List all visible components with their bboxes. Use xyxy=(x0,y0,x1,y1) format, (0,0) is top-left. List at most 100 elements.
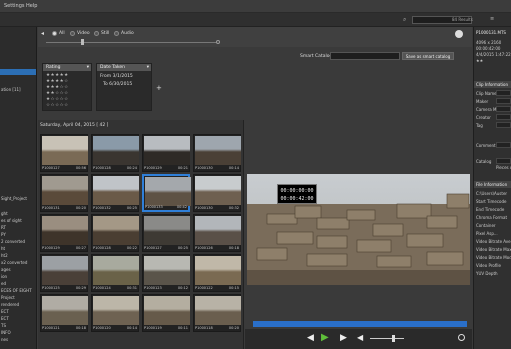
rating-filter-header[interactable]: Rating ▾ xyxy=(43,64,91,71)
rating-row-3[interactable]: ★★★☆☆ xyxy=(46,85,69,90)
sidebar-item[interactable]: ECES OF EIGHT xyxy=(0,288,36,294)
sidebar-item[interactable]: ation [11] xyxy=(0,87,36,93)
thumbnail[interactable]: P1000129 00:27 xyxy=(40,214,88,252)
thumbnail[interactable]: P1000124 00:31 xyxy=(91,254,139,292)
thumbnail[interactable]: P1000120 00:14 xyxy=(91,294,139,332)
sidebar-item[interactable]: RT xyxy=(0,225,36,231)
volume-icon[interactable]: ◀ xyxy=(357,333,363,342)
sidebar-item[interactable]: rendered xyxy=(0,302,36,308)
field-input[interactable] xyxy=(496,122,511,128)
rating-row-1[interactable]: ★☆☆☆☆ xyxy=(46,97,69,102)
sidebar-item[interactable]: INFO xyxy=(0,330,36,336)
thumbnail[interactable]: P1000121 00:18 xyxy=(40,294,88,332)
sidebar-item[interactable]: ed xyxy=(0,281,36,287)
field-input[interactable] xyxy=(496,142,511,148)
clip-date: 4/4/2015 1:47:22 PM xyxy=(476,52,511,57)
date-from[interactable]: From 3/1/2015 xyxy=(100,74,133,79)
clock-icon[interactable] xyxy=(455,30,463,38)
thumbnail[interactable]: P1000126 00:18 xyxy=(193,214,241,252)
thumbnail[interactable]: P1000129 00:21 xyxy=(142,134,190,172)
prev-clip-icon[interactable]: ◀ xyxy=(307,333,314,343)
thumbnail-image xyxy=(144,216,190,245)
thumbnail[interactable]: P1000118 00:20 xyxy=(193,294,241,332)
sidebar-item[interactable]: Project xyxy=(0,295,36,301)
field-input[interactable] xyxy=(496,98,511,104)
clip-information-section[interactable]: Clip Information xyxy=(474,81,511,88)
menu-icon[interactable]: ≡ xyxy=(490,16,494,22)
sidebar-item[interactable]: PY xyxy=(0,232,36,238)
play-icon[interactable]: ▶ xyxy=(321,332,329,343)
volume-handle[interactable] xyxy=(392,335,395,342)
sidebar-item[interactable]: x2 converted xyxy=(0,260,36,266)
field-input[interactable] xyxy=(496,90,511,96)
thumbnail-image xyxy=(93,216,139,245)
next-clip-icon[interactable]: ▶ xyxy=(340,333,347,343)
settings-icon[interactable] xyxy=(458,334,465,341)
clip-rating[interactable]: ★★ xyxy=(476,58,483,63)
thumbnail[interactable]: P1000128 00:22 xyxy=(91,214,139,252)
thumbnail-size-slider[interactable] xyxy=(46,42,216,43)
thumbnail[interactable]: P1000123 00:12 xyxy=(142,254,190,292)
field-label: Tag xyxy=(476,123,483,128)
rating-row-4[interactable]: ★★★★☆ xyxy=(46,79,69,84)
thumbnail-name: P1000118 xyxy=(195,326,213,330)
sidebar-item[interactable]: TS xyxy=(0,323,36,329)
field-label: Comment xyxy=(476,143,496,148)
rating-row-5[interactable]: ★★★★★ xyxy=(46,73,69,78)
thumbnail[interactable]: P1000132 00:25 xyxy=(91,174,139,212)
thumbnail-image xyxy=(42,256,88,285)
zoom-icon[interactable] xyxy=(216,40,220,44)
sidebar-item[interactable]: ght xyxy=(0,211,36,217)
timeline-scrubber[interactable] xyxy=(253,321,467,327)
thumbnail[interactable]: P1000131 00:20 xyxy=(40,174,88,212)
rating-row-2[interactable]: ★★☆☆☆ xyxy=(46,91,69,96)
radio-all[interactable] xyxy=(52,31,57,36)
sidebar-item[interactable]: ages xyxy=(0,267,36,273)
field-input[interactable] xyxy=(496,114,511,120)
file-information-section[interactable]: File Information xyxy=(474,181,511,188)
sidebar-item[interactable]: ht xyxy=(0,246,36,252)
radio-still[interactable] xyxy=(94,31,99,36)
thumbnail[interactable]: P1000127 00:56 xyxy=(40,134,88,172)
filter-panels: Rating ▾ ★★★★★ ★★★★☆ ★★★☆☆ ★★☆☆☆ ★☆☆☆☆ ☆☆… xyxy=(38,47,472,117)
save-smart-catalog-button[interactable]: Save as smart catalog xyxy=(402,52,454,60)
add-filter-button[interactable]: + xyxy=(156,84,162,92)
sidebar-item[interactable]: es of sight xyxy=(0,218,36,224)
sidebar-item[interactable] xyxy=(0,69,36,75)
radio-video[interactable] xyxy=(70,31,75,36)
thumbnail[interactable]: P1000122 00:15 xyxy=(193,254,241,292)
rating-filter[interactable]: Rating ▾ ★★★★★ ★★★★☆ ★★★☆☆ ★★☆☆☆ ★☆☆☆☆ ☆☆… xyxy=(42,63,92,111)
thumbnail[interactable]: P1000127 00:25 xyxy=(142,214,190,252)
back-icon[interactable]: ◂ xyxy=(41,30,44,37)
sidebar-item[interactable]: Sight_Project xyxy=(0,196,36,202)
date-filter[interactable]: Date Taken ▾ From 3/1/2015 To 6/30/2015 xyxy=(96,63,152,111)
sidebar-item[interactable]: nes xyxy=(0,337,36,343)
menu-help[interactable]: Help xyxy=(26,3,37,9)
sidebar-item[interactable]: ECT xyxy=(0,316,36,322)
thumbnail[interactable]: P1000119 00:11 xyxy=(142,294,190,332)
menu-settings[interactable]: Settings xyxy=(4,3,25,9)
thumbnail[interactable]: P1000128 00:24 xyxy=(91,134,139,172)
sidebar-item[interactable]: 2 converted xyxy=(0,239,36,245)
thumbnail[interactable]: P1000130 00:32 xyxy=(193,174,241,212)
thumbnail[interactable]: P1000133 00:42 xyxy=(142,174,191,212)
thumbnail-image xyxy=(144,256,190,285)
rating-row-0[interactable]: ☆☆☆☆☆ xyxy=(46,103,69,108)
sidebar-item[interactable]: ECT xyxy=(0,309,36,315)
radio-audio[interactable] xyxy=(114,31,119,36)
sidebar-item[interactable]: ion xyxy=(0,274,36,280)
sidebar-item[interactable]: ht2 xyxy=(0,253,36,259)
thumbnail-image xyxy=(195,256,241,285)
date-to[interactable]: To 6/30/2015 xyxy=(103,82,132,87)
thumbnail[interactable]: P1000125 00:29 xyxy=(40,254,88,292)
slider-handle[interactable] xyxy=(81,39,84,45)
thumbnail-image xyxy=(42,216,88,245)
date-filter-header[interactable]: Date Taken ▾ xyxy=(97,64,151,71)
field-input[interactable] xyxy=(496,158,511,164)
thumbnail[interactable]: P1000130 00:14 xyxy=(193,134,241,172)
smart-catalog-input[interactable] xyxy=(330,52,400,60)
video-frame[interactable]: 00:00:00:00 00:00:42:00 xyxy=(247,174,470,285)
volume-slider[interactable] xyxy=(370,338,404,339)
thumbnail-name: P1000125 xyxy=(42,286,60,290)
field-input[interactable] xyxy=(496,106,511,112)
